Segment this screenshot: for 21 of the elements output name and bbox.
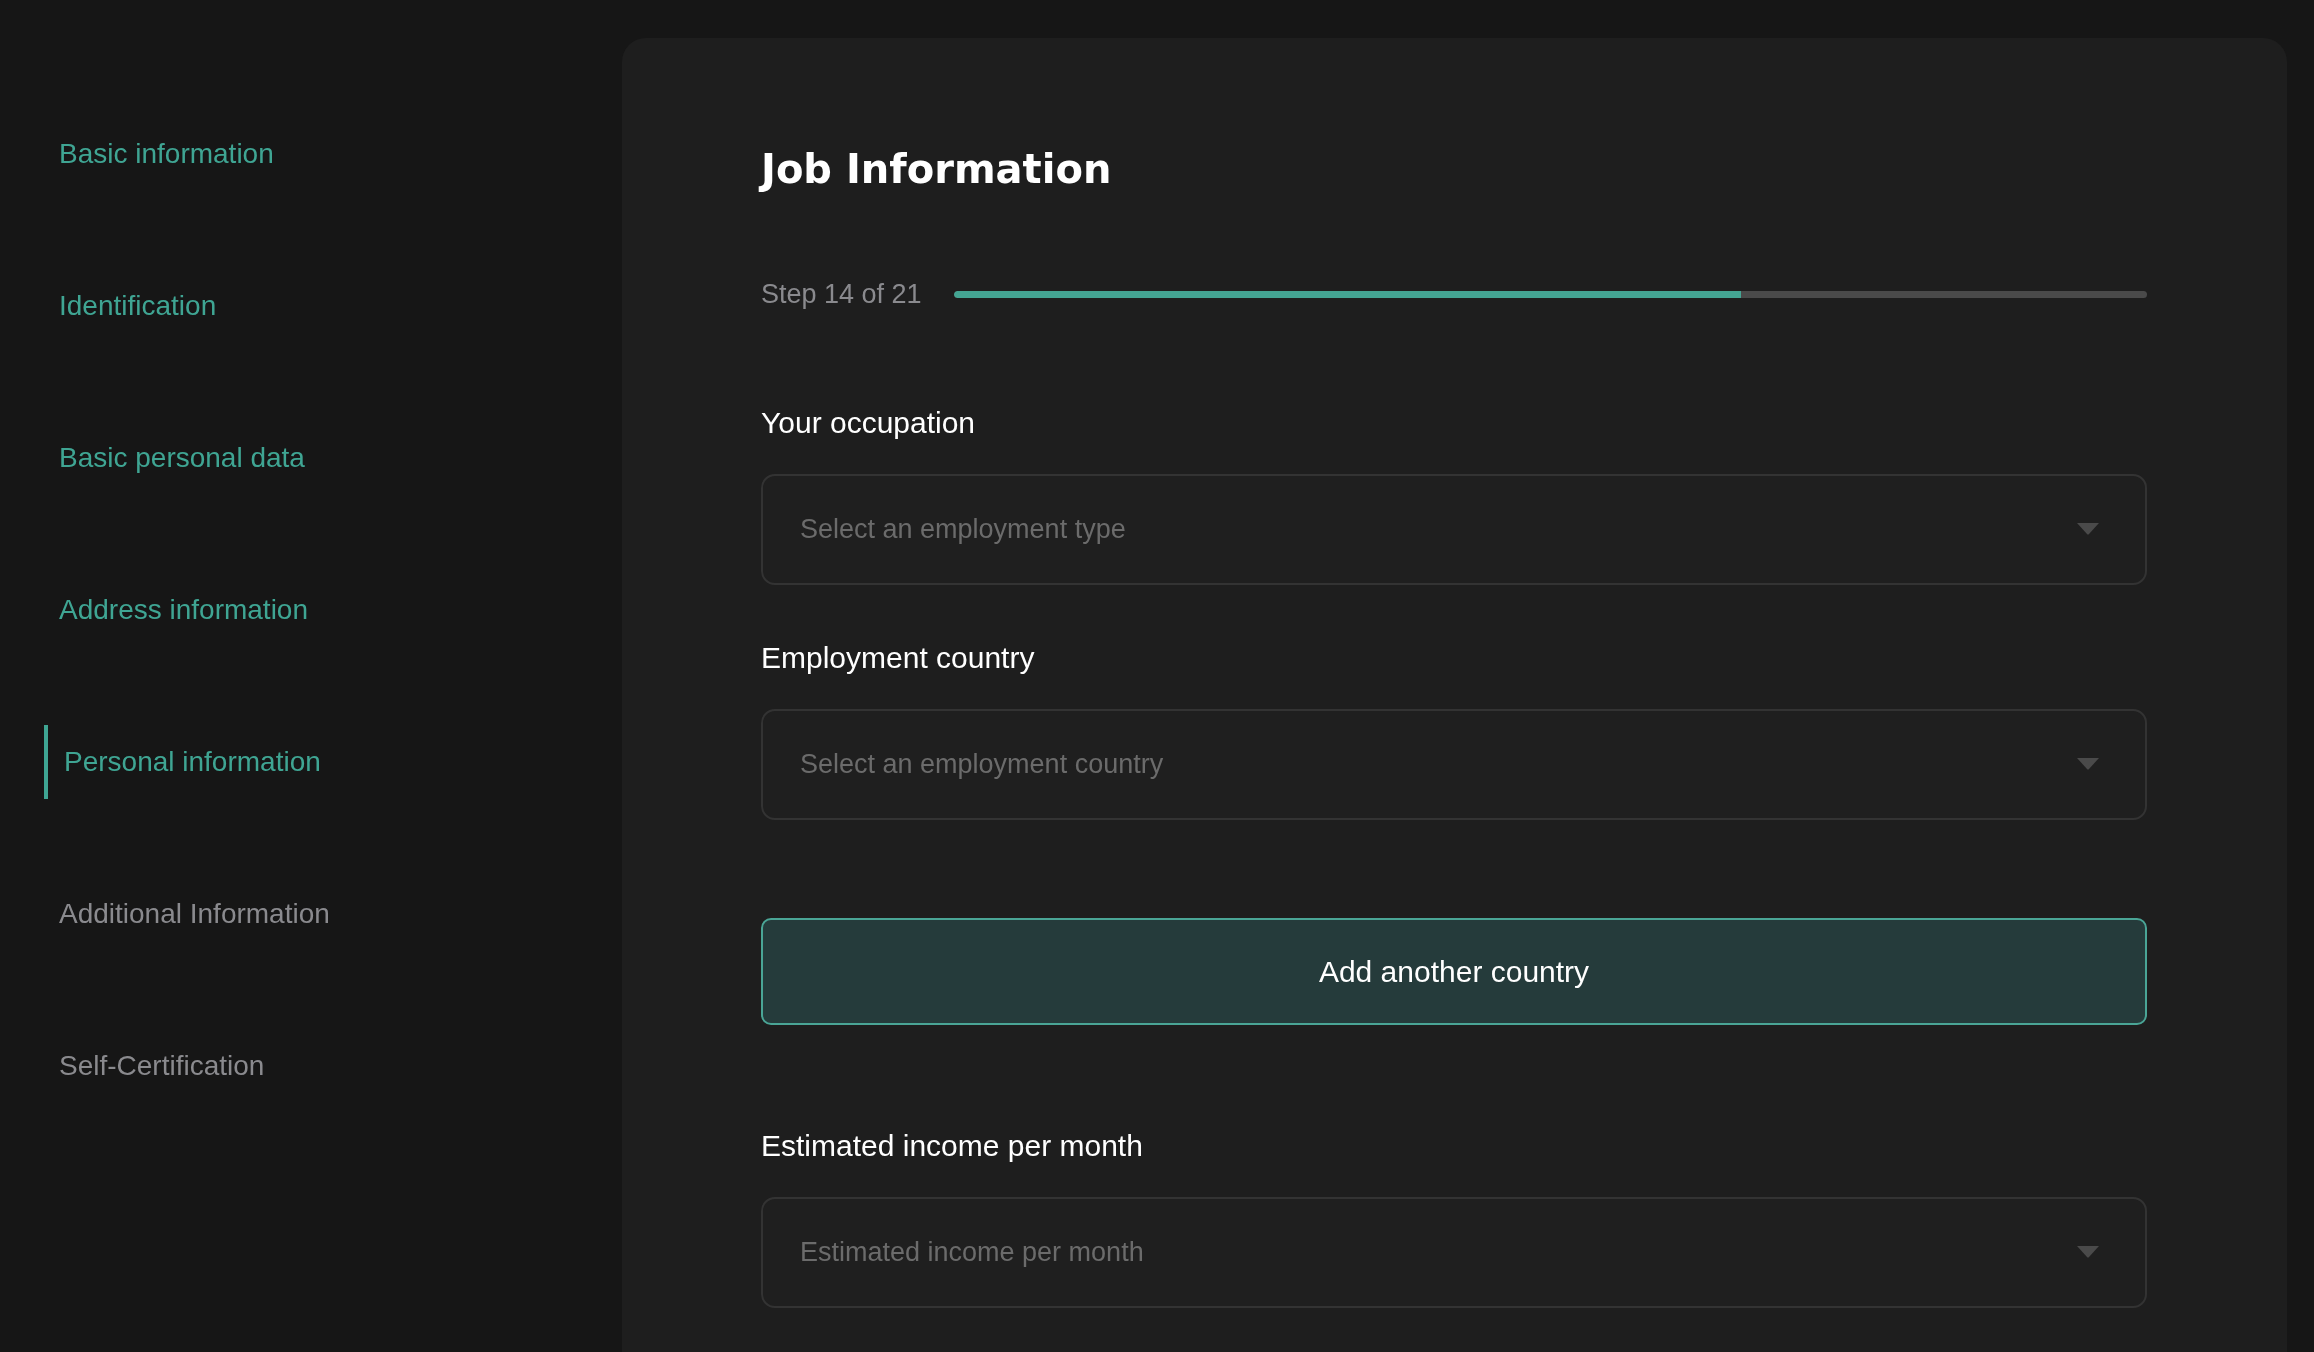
- field-label: Estimated income per month: [761, 1127, 1144, 1164]
- field-label: Your occupation: [761, 404, 977, 441]
- step-counter: Step 14 of 21: [761, 278, 922, 311]
- caret-icon: [2077, 523, 2099, 535]
- caret-icon: [2077, 1246, 2099, 1258]
- add-country-button[interactable]: Add another country: [761, 917, 2147, 1025]
- placeholder-text: Select an employment type: [800, 512, 1126, 546]
- sidebar-item[interactable]: Basic personal data: [59, 437, 305, 479]
- sidebar-item[interactable]: Additional Information: [59, 893, 330, 935]
- sidebar-item[interactable]: Personal information: [44, 725, 321, 799]
- sidebar-item[interactable]: Address information: [59, 589, 308, 631]
- select-field[interactable]: Select an employment country: [761, 708, 2147, 820]
- select-field[interactable]: Estimated income per month: [761, 1196, 2147, 1308]
- placeholder-text: Select an employment country: [800, 747, 1164, 781]
- caret-icon: [2077, 758, 2099, 770]
- placeholder-text: Estimated income per month: [800, 1235, 1144, 1269]
- select-field[interactable]: Select an employment type: [761, 473, 2147, 585]
- sidebar-item[interactable]: Identification: [59, 285, 217, 327]
- sidebar-item[interactable]: Self-Certification: [59, 1045, 265, 1087]
- sidebar-item[interactable]: Basic information: [59, 133, 274, 175]
- field-label: Employment country: [761, 639, 1036, 676]
